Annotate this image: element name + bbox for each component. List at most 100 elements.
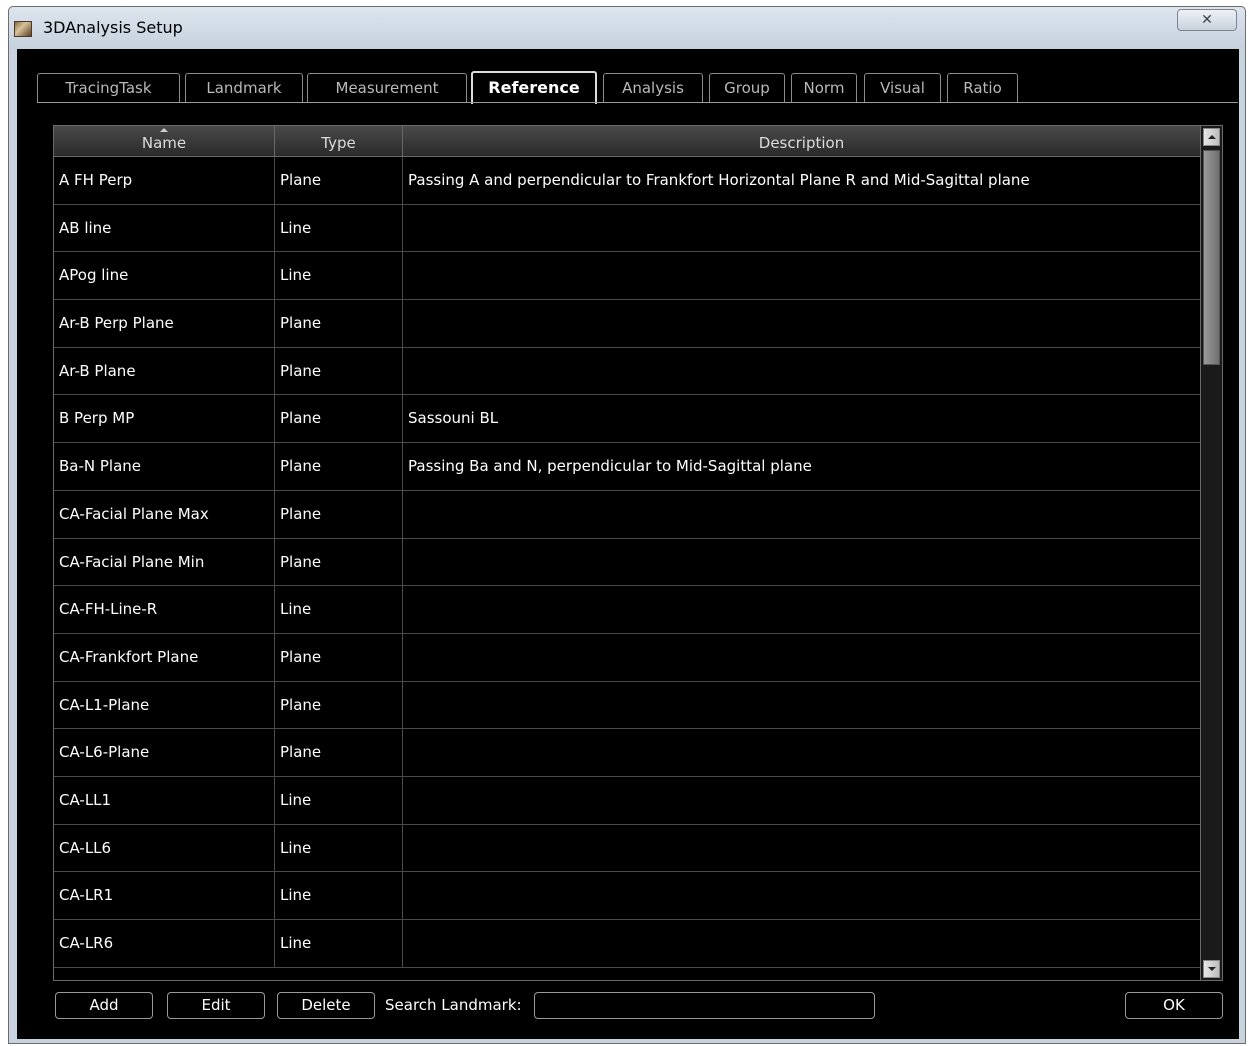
table-row[interactable]: CA-L6-Plane Plane (54, 729, 1200, 777)
tab-analysis[interactable]: Analysis (603, 73, 703, 102)
tab-ratio[interactable]: Ratio (947, 73, 1018, 102)
table-row[interactable]: CA-LR1 Line (54, 872, 1200, 920)
edit-button[interactable]: Edit (167, 992, 265, 1019)
table-row[interactable]: CA-Frankfort Plane Plane (54, 633, 1200, 682)
cell-type: Line (275, 872, 403, 919)
cell-description (403, 729, 1200, 776)
cell-type: Line (275, 824, 403, 872)
cell-name: B Perp MP (54, 395, 275, 443)
cell-description (403, 586, 1200, 633)
close-button[interactable]: ✕ (1177, 9, 1237, 31)
sort-ascending-icon (160, 128, 168, 132)
table-row[interactable]: CA-Facial Plane Min Plane (54, 538, 1200, 587)
cell-description (403, 205, 1200, 252)
cell-name: CA-L1-Plane (54, 681, 275, 729)
app-icon (14, 21, 32, 37)
cell-name: CA-LL1 (54, 776, 275, 824)
table-row[interactable]: CA-LL1 Line (54, 776, 1200, 825)
cell-name: CA-LL6 (54, 824, 275, 872)
table-row[interactable]: CA-LR6 Line (54, 920, 1200, 968)
tab-reference[interactable]: Reference (471, 71, 597, 104)
tab-tracingtask[interactable]: TracingTask (37, 73, 180, 102)
cell-type: Plane (275, 538, 403, 586)
cell-name: CA-LR6 (54, 920, 275, 967)
column-header-name[interactable]: Name (54, 126, 275, 156)
cell-name: CA-Facial Plane Min (54, 538, 275, 586)
dialog-body: TracingTask Landmark Measurement Referen… (17, 49, 1239, 1039)
delete-button[interactable]: Delete (277, 992, 375, 1019)
search-landmark-label: Search Landmark: (385, 996, 522, 1014)
close-icon: ✕ (1201, 12, 1213, 28)
cell-name: Ar-B Plane (54, 347, 275, 395)
cell-description: Sassouni BL (408, 409, 499, 428)
tab-visual[interactable]: Visual (864, 73, 941, 102)
cell-description: Passing Ba and N, perpendicular to Mid-S… (408, 457, 812, 476)
ok-button[interactable]: OK (1125, 992, 1223, 1019)
cell-type: Line (275, 252, 403, 300)
cell-type: Line (275, 586, 403, 633)
scroll-up-button[interactable] (1203, 128, 1220, 146)
reference-table[interactable]: Name Type Description A FH Perp Plane Pass… (53, 125, 1223, 981)
cell-type: Plane (275, 729, 403, 776)
cell-name: Ar-B Perp Plane (54, 300, 275, 347)
cell-name: CA-L6-Plane (54, 729, 275, 776)
cell-type: Plane (275, 395, 403, 443)
vertical-scrollbar[interactable] (1200, 126, 1222, 980)
cell-type: Plane (275, 157, 403, 204)
cell-name: CA-FH-Line-R (54, 586, 275, 633)
table-row[interactable]: Ar-B Plane Plane (54, 347, 1200, 396)
cell-name: CA-Frankfort Plane (54, 633, 275, 681)
tab-measurement[interactable]: Measurement (307, 73, 467, 102)
table-row[interactable]: CA-LL6 Line (54, 824, 1200, 873)
setup-window: 3DAnalysis Setup ✕ TracingTask Landmark … (8, 6, 1246, 1044)
table-header: Name Type Description (54, 126, 1200, 157)
scroll-thumb[interactable] (1203, 150, 1220, 365)
tab-norm[interactable]: Norm (791, 73, 857, 102)
cell-type: Plane (275, 681, 403, 729)
cell-description (403, 348, 1200, 395)
search-landmark-input[interactable] (534, 992, 875, 1019)
cell-description (403, 539, 1200, 586)
cell-type: Line (275, 776, 403, 824)
table-row[interactable]: Ba-N Plane Plane Passing Ba and N, perpend… (54, 443, 1200, 491)
cell-name: CA-LR1 (54, 872, 275, 919)
add-button[interactable]: Add (55, 992, 153, 1019)
title-bar: 3DAnalysis Setup ✕ (9, 7, 1245, 49)
cell-description (403, 252, 1200, 299)
cell-type: Plane (275, 633, 403, 681)
cell-description (403, 634, 1200, 681)
column-header-description[interactable]: Description (403, 126, 1200, 156)
cell-type: Plane (275, 300, 403, 347)
table-row[interactable]: A FH Perp Plane Passing A and perpendicula… (54, 157, 1200, 205)
table-body: A FH Perp Plane Passing A and perpendicula… (54, 157, 1200, 968)
table-row[interactable]: B Perp MP Plane Sassouni BL (54, 395, 1200, 444)
cell-name: AB line (54, 204, 275, 252)
scroll-down-button[interactable] (1203, 960, 1220, 978)
table-row[interactable]: CA-FH-Line-R Line (54, 586, 1200, 634)
cell-name: CA-Facial Plane Max (54, 490, 275, 538)
tab-divider (37, 102, 1238, 103)
table-row[interactable]: Ar-B Perp Plane Plane (54, 300, 1200, 348)
cell-description (403, 872, 1200, 919)
cell-description (403, 300, 1200, 347)
table-row[interactable]: AB line Line (54, 204, 1200, 253)
cell-type: Line (275, 204, 403, 252)
cell-description (403, 682, 1200, 729)
cell-name: A FH Perp (54, 157, 275, 204)
cell-type: Plane (275, 490, 403, 538)
cell-type: Plane (275, 347, 403, 395)
cell-type: Plane (275, 443, 403, 490)
tab-landmark[interactable]: Landmark (185, 73, 303, 102)
cell-description (403, 920, 1200, 967)
table-row[interactable]: APog line Line (54, 252, 1200, 301)
cell-name: Ba-N Plane (54, 443, 275, 490)
column-header-type[interactable]: Type (275, 126, 403, 156)
tab-group[interactable]: Group (709, 73, 785, 102)
table-row[interactable]: CA-L1-Plane Plane (54, 681, 1200, 730)
cell-description (403, 777, 1200, 824)
cell-description: Passing A and perpendicular to Frankfort… (408, 171, 1030, 189)
cell-description (403, 491, 1200, 538)
table-row[interactable]: CA-Facial Plane Max Plane (54, 490, 1200, 539)
cell-name: APog line (54, 252, 275, 300)
window-title: 3DAnalysis Setup (43, 18, 183, 37)
